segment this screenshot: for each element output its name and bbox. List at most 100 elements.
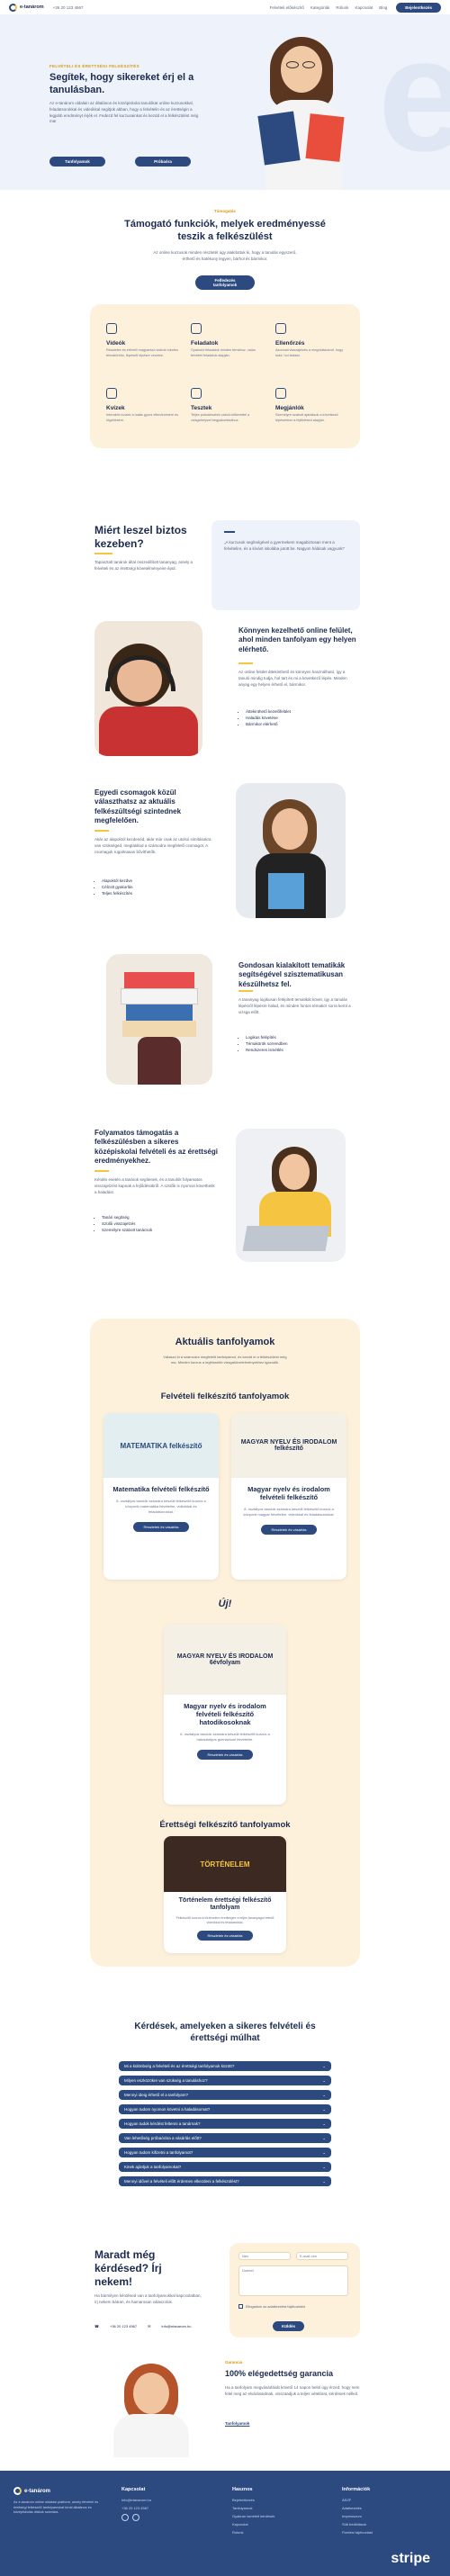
chevron-down-icon: ⌄ [322,2092,326,2097]
list-item: Alapoktól kezdve [102,878,212,883]
list-item: Logikus felépítés [246,1035,356,1040]
courses-title: Aktuális tanfolyamok [175,1337,275,1347]
send-button[interactable]: Küldés [273,2321,305,2331]
course-title: Matematika felvételi felkészítő [112,1485,210,1493]
block3-title: Gondosan kialakított tematikák segítségé… [238,961,346,988]
testimonial-box: „A kurzusok segítségével a gyermekem mag… [212,520,360,610]
contact-email[interactable]: info@etanarom.hu [161,2324,191,2328]
course-details-button[interactable]: Részletek és vásárlás [261,1525,317,1535]
footer-link[interactable]: ÁSZF [342,2498,432,2502]
course-card-hungarian-6[interactable]: MAGYAR NYELV ÉS IRODALOM 6évfolyam Magya… [164,1625,286,1805]
footer-brand[interactable]: e-tanárom [24,2489,50,2494]
faq-item[interactable]: Mi a különbség a felvételi és az érettsé… [119,2061,331,2071]
footer-link[interactable]: +36 20 123 4567 [122,2506,202,2510]
course-details-button[interactable]: Részletek és vásárlás [197,1750,253,1760]
feature-text: Interaktív kvízek a tudás gyors ellenőrz… [106,413,179,422]
instagram-icon[interactable] [132,2514,140,2521]
footer-link[interactable]: Adatkezelés [342,2506,432,2510]
feature-name: Ellenőrzés [275,340,305,347]
feature-quizzes: Kvízek Interaktív kvízek a tudás gyors el… [106,387,180,439]
footer: e-tanárom Az e-tanárom online oktatási p… [0,2471,450,2576]
block4-list: Tanári segítség Szülői visszajelzés Szem… [94,1213,216,1234]
entrance-courses-title: Felvételi felkészítő tanfolyamok [160,1392,290,1401]
footer-link[interactable]: Rólunk [232,2530,313,2535]
footer-link[interactable]: Tanfolyamok [232,2506,313,2510]
faq-item[interactable]: Hogyan tudok kérdést feltenni a tanárnak… [119,2119,331,2129]
chevron-down-icon: ⌄ [322,2178,326,2184]
faq-item[interactable]: Van lehetőség próbaórára a vásárlás előt… [119,2133,331,2143]
faq-item[interactable]: Kinek ajánljuk a tanfolyamokat? ⌄ [119,2162,331,2172]
trial-button[interactable]: Próbaóra [135,157,191,167]
courses-button[interactable]: Tanfolyamok [50,157,105,167]
course-card-hungarian[interactable]: MAGYAR NYELV ÉS IRODALOM felkészítő Magy… [231,1413,346,1580]
nav-item[interactable]: Kapcsolat [355,5,373,10]
footer-heading: Hasznos [232,2487,253,2492]
quiz-icon [106,388,117,399]
block3-text: A tananyag logikusan felépített tematiká… [238,997,351,1014]
feature-text: Részletes és érthető magyarázó videók mi… [106,348,178,357]
contact-phone[interactable]: +36 20 123 4567 [110,2324,137,2328]
footer-link[interactable]: Kapcsolat [232,2522,313,2526]
main-nav: Felvételi előkészítő Kategóriák Rólunk K… [270,5,388,10]
message-field[interactable] [238,2265,348,2296]
mail-icon: ✉ [148,2324,151,2328]
feature-text: Teljes próbatesztek valódi időkerettel a… [191,413,250,422]
nav-item[interactable]: Kategóriák [310,5,330,10]
name-field[interactable] [238,2252,291,2260]
consent-checkbox[interactable] [238,2304,243,2309]
faq-item[interactable]: Mennyi ideig érhető el a tanfolyam? ⌄ [119,2090,331,2100]
maturity-courses-title: Érettségi felkészítő tanfolyamok [159,1820,291,1830]
chevron-down-icon: ⌄ [322,2077,326,2083]
features-grid: Videók Részletes és érthető magyarázó vid… [106,322,349,439]
header-phone[interactable]: +36 20 123 4567 [53,5,84,10]
brand-name[interactable]: e-tanárom [20,5,44,10]
student-laptop-image [236,1129,346,1262]
nav-item[interactable]: Rólunk [336,5,348,10]
hero-eyebrow: FELVÉTELI ÉS ÉRETTSÉGI FELKÉSZÍTÉS [50,64,140,68]
course-text: 8. osztályos tanulók számára készült fel… [243,1507,335,1517]
test-icon [191,388,202,399]
list-item: Bármikor elérhető [246,722,356,726]
list-item: Szülői visszajelzés [102,1221,216,1226]
course-text: Felkészítő kurzus a történelem érettségi… [176,1915,274,1925]
nav-item[interactable]: Felvételi előkészítő [270,5,304,10]
hero-student-image [243,14,369,190]
facebook-icon[interactable] [122,2514,129,2521]
course-image: MATEMATIKA felkészítő [104,1413,219,1478]
footer-link[interactable]: Impresszum [342,2514,432,2518]
testimonial-text: „A kurzusok segítségével a gyermekem mag… [224,540,346,551]
divider [238,662,253,664]
feature-name: Feladatok [191,340,219,347]
divider [94,830,109,832]
course-title: Magyar nyelv és irodalom felvételi felké… [184,1702,266,1726]
course-details-button[interactable]: Részletek és vásárlás [133,1522,189,1532]
faq-list: Mi a különbség a felvételi és az érettsé… [119,2061,331,2191]
footer-about: Az e-tanárom online oktatási platform, a… [14,2500,99,2515]
email-field[interactable] [296,2252,348,2260]
footer-info: Információk ÁSZF Adatkezelés Impresszum … [342,2487,432,2538]
guarantee-courses-link[interactable]: Tanfolyamok [225,2421,249,2426]
video-icon [106,323,117,334]
course-details-button[interactable]: Részletek és vásárlás [197,1930,253,1941]
footer-link[interactable]: info@etanarom.hu [122,2498,202,2502]
faq-item[interactable]: Hogyan tudom kifizetni a tanfolyamot? ⌄ [119,2148,331,2157]
footer-link[interactable]: Süti beállítások [342,2522,432,2526]
course-card-math[interactable]: MATEMATIKA felkészítő Matematika felvéte… [104,1413,219,1580]
contact-title: Maradt még kérdésed? Írj nekem! [94,2248,162,2288]
footer-link[interactable]: Gyakran ismételt kérdések [232,2514,313,2518]
book-icon [275,388,286,399]
course-image: MAGYAR NYELV ÉS IRODALOM 6évfolyam [164,1625,286,1695]
faq-item[interactable]: Milyen eszközökre van szükség a tanulásh… [119,2076,331,2085]
logo-icon[interactable] [9,3,17,12]
course-card-history[interactable]: TÖRTÉNELEM Történelem érettségi felkészí… [164,1836,286,1953]
list-item: Témakörök sorrendben [246,1041,356,1046]
footer-link[interactable]: Fizetési tájékoztató [342,2530,432,2535]
footer-link[interactable]: Bejelentkezés [232,2498,313,2502]
chevron-down-icon: ⌄ [322,2149,326,2155]
faq-item[interactable]: Mennyi idővel a felvételi előtt érdemes … [119,2176,331,2186]
features-tag: Támogatás [214,209,236,213]
block1-list: Áttekinthető kezelőfelület Haladás követ… [238,707,356,728]
explore-courses-button[interactable]: Felfedezés tanfolyamok [195,275,255,290]
faq-item[interactable]: Hogyan tudom nyomon követni a haladásoma… [119,2104,331,2114]
list-item: Áttekinthető kezelőfelület [246,709,356,714]
